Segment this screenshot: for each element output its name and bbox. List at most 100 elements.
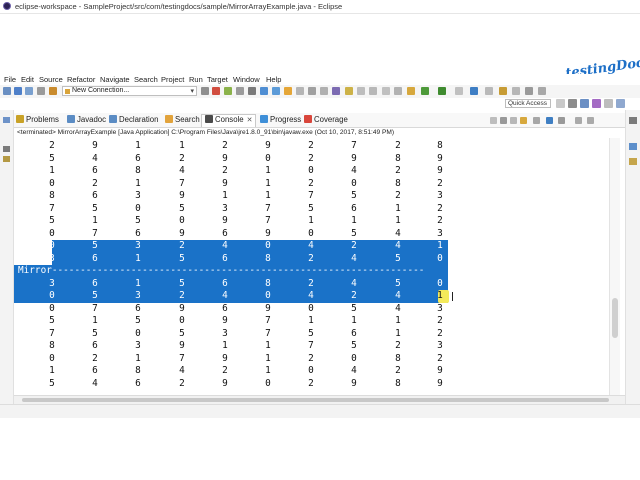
task-list-icon[interactable] (629, 143, 637, 150)
horizontal-scrollbar[interactable] (14, 395, 625, 404)
tab-declaration[interactable]: Declaration (109, 115, 158, 127)
package-explorer-icon[interactable] (3, 146, 10, 152)
toggle-icon[interactable] (357, 87, 365, 95)
pin-icon[interactable] (394, 87, 402, 95)
menu-help[interactable]: Help (266, 75, 281, 84)
horizontal-scroll-thumb[interactable] (22, 398, 609, 402)
menu-window[interactable]: Window (233, 75, 260, 84)
close-icon[interactable]: ✕ (247, 117, 253, 124)
menu-refactor[interactable]: Refactor (67, 75, 95, 84)
minimize-view-icon[interactable] (575, 117, 582, 124)
console-line: 3 6 1 5 6 8 2 4 5 0 (14, 253, 625, 265)
console-value: 9 (437, 377, 443, 389)
menu-source[interactable]: Source (39, 75, 63, 84)
maximize-view-icon[interactable] (587, 117, 594, 124)
console-value: 2 (179, 377, 185, 389)
menu-target[interactable]: Target (207, 75, 228, 84)
display-console-icon[interactable] (533, 117, 540, 124)
bug-icon[interactable] (407, 87, 415, 95)
console-value: 2 (49, 140, 55, 151)
menu-run[interactable]: Run (189, 75, 203, 84)
new-icon[interactable] (3, 87, 11, 95)
console-output[interactable]: 2911292728546290298916842104290217912082… (14, 138, 625, 395)
print-icon[interactable] (37, 87, 45, 95)
terminal-icon[interactable] (248, 87, 256, 95)
menu-project[interactable]: Project (161, 75, 184, 84)
console-value: 0 (179, 315, 185, 326)
console-value: 2 (351, 240, 357, 251)
word-wrap-icon[interactable] (510, 117, 517, 124)
tab-javadoc[interactable]: Javadoc (67, 115, 106, 127)
search-toolbar-icon[interactable] (512, 87, 520, 95)
console-value: 8 (395, 177, 401, 189)
open-type-icon[interactable] (499, 87, 507, 95)
console-value: 3 (437, 190, 443, 201)
menu-search[interactable]: Search (134, 75, 158, 84)
save-icon[interactable] (14, 87, 22, 95)
tab-problems[interactable]: Problems (16, 115, 59, 127)
highlight-icon[interactable] (369, 87, 377, 95)
console-value: 2 (308, 352, 314, 364)
tab-coverage[interactable]: Coverage (304, 115, 348, 127)
console-value: 0 (49, 227, 55, 239)
disconnect-icon[interactable] (236, 87, 244, 95)
console-value: 4 (351, 252, 357, 264)
git-perspective-icon[interactable] (604, 99, 613, 108)
quick-access-input[interactable]: Quick Access (505, 99, 551, 108)
scroll-lock-icon[interactable] (500, 117, 507, 124)
external-tools-icon[interactable] (455, 87, 463, 95)
console-value: 0 (308, 365, 314, 376)
run-icon[interactable] (421, 87, 429, 95)
open-console-icon[interactable] (546, 117, 553, 124)
java-perspective-icon[interactable] (580, 99, 589, 108)
java-ee-perspective-icon[interactable] (568, 99, 577, 108)
menu-edit[interactable]: Edit (21, 75, 34, 84)
task-icon[interactable] (308, 87, 316, 95)
console-value: 2 (437, 315, 443, 326)
console-value: 6 (351, 327, 357, 339)
open-perspective-icon[interactable] (556, 99, 565, 108)
tab-console[interactable]: Console ✕ (201, 114, 257, 127)
planning-perspective-icon[interactable] (616, 99, 625, 108)
restore-icon[interactable] (3, 117, 10, 123)
step-into-icon[interactable] (260, 87, 268, 95)
resume-icon[interactable] (224, 87, 232, 95)
tab-search[interactable]: Search (165, 115, 200, 127)
connection-select[interactable]: New Connection... ▾ (62, 86, 197, 96)
run-as-icon[interactable] (438, 87, 446, 95)
menu-navigate[interactable]: Navigate (100, 75, 130, 84)
toolbar-misc-icon[interactable] (320, 87, 328, 95)
console-value: 7 (92, 302, 98, 314)
console-value: 2 (179, 240, 185, 251)
outline-icon[interactable] (296, 87, 304, 95)
stop-icon[interactable] (212, 87, 220, 95)
annotation-icon[interactable] (345, 87, 353, 95)
connection-icon[interactable] (49, 87, 57, 95)
pin-console-icon[interactable] (520, 117, 527, 124)
back-icon[interactable] (525, 87, 533, 95)
tab-progress[interactable]: Progress (260, 115, 301, 127)
packages-icon[interactable] (332, 87, 340, 95)
menu-file[interactable]: File (4, 75, 16, 84)
new-package-icon[interactable] (485, 87, 493, 95)
debug-perspective-icon[interactable] (592, 99, 601, 108)
outline-right-icon[interactable] (629, 158, 637, 165)
console-value: 9 (265, 227, 271, 239)
new-java-class-icon[interactable] (470, 87, 478, 95)
clear-console-icon[interactable] (490, 117, 497, 124)
folder-icon[interactable] (284, 87, 292, 95)
console-value: 4 (308, 290, 314, 301)
console-value: 7 (49, 202, 55, 214)
forward-icon[interactable] (538, 87, 546, 95)
outline-view-icon[interactable] (3, 156, 10, 162)
toolbar-debug-icon[interactable] (201, 87, 209, 95)
mark-icon[interactable] (382, 87, 390, 95)
console-value: 9 (351, 152, 357, 164)
step-over-icon[interactable] (272, 87, 280, 95)
coverage-icon (304, 115, 312, 123)
view-menu-icon[interactable] (558, 117, 565, 124)
maximize-icon[interactable] (629, 117, 637, 124)
console-value: 9 (265, 140, 271, 151)
save-all-icon[interactable] (25, 87, 33, 95)
console-value: 4 (179, 365, 185, 376)
